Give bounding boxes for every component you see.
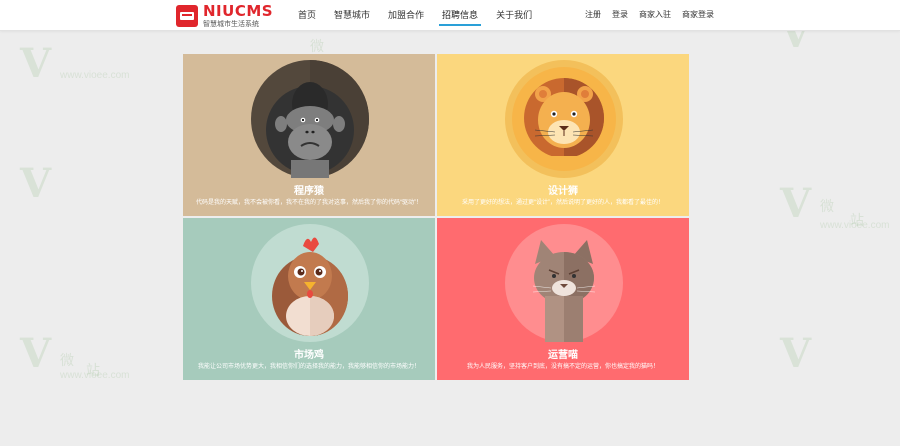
watermark-char: 微 [60,352,74,368]
watermark-char: 微 [310,38,324,54]
watermark-url: www.vioee.com [820,220,890,231]
top-navbar: NIUCMS 智慧城市生活系统 首页 智慧城市 加盟合作 招聘信息 关于我们 注… [0,0,900,31]
tile-title: 运营喵 [548,350,578,361]
tile-title: 程序猿 [294,186,324,197]
watermark-url: www.vioee.com [60,370,130,381]
tile-title: 设计狮 [548,186,578,197]
watermark-v: V [20,330,52,377]
watermark-char: 微 [820,198,834,214]
tile-description: 我能让公司市场优势更大，我相信你们的选择我的能力，我能够相信你的市场能力！ [197,364,420,370]
watermark-v: V [20,160,52,207]
lion-icon [505,60,623,178]
job-grid: 程序猿 代码是我的天赋，我不会被你看，我不在我的了我对这事，然后我了你的代码“驱… [183,54,689,380]
site-logo[interactable]: NIUCMS 智慧城市生活系统 [176,4,273,28]
chicken-icon [251,224,369,342]
nav-home[interactable]: 首页 [298,0,316,30]
tile-description: 采用了更好的想法，通过更“设计”，然后说明了更好的人，我都看了最佳的！ [462,200,664,206]
watermark-char: 站 [850,212,864,228]
logo-icon [176,5,198,27]
main-nav: 首页 智慧城市 加盟合作 招聘信息 关于我们 [298,0,550,30]
watermark-v: V [780,330,812,377]
tile-description: 代码是我的天赋，我不会被你看，我不在我的了我对这事，然后我了你的代码“驱动”！ [196,200,422,206]
nav-about[interactable]: 关于我们 [496,0,532,30]
tile-title: 市场鸡 [294,350,324,361]
job-tile-operations[interactable]: 运营喵 我为人民服务，坚持客户到底，没有搞不定的运营，你也搞定我的猫吗！ [437,218,689,380]
merchant-join-link[interactable]: 商家入驻 [639,0,671,30]
nav-recruitment[interactable]: 招聘信息 [439,0,482,30]
job-tile-marketing[interactable]: 市场鸡 我能让公司市场优势更大，我相信你们的选择我的能力，我能够相信你的市场能力… [183,218,435,380]
gorilla-icon [251,60,369,178]
watermark-url: www.vioee.com [60,70,130,81]
watermark-char: 站 [86,362,100,378]
nav-franchise[interactable]: 加盟合作 [388,0,424,30]
merchant-login-link[interactable]: 商家登录 [682,0,714,30]
logo-subtitle: 智慧城市生活系统 [203,21,259,28]
job-tile-designer[interactable]: 设计狮 采用了更好的想法，通过更“设计”，然后说明了更好的人，我都看了最佳的！ [437,54,689,216]
job-tile-programmer[interactable]: 程序猿 代码是我的天赋，我不会被你看，我不在我的了我对这事，然后我了你的代码“驱… [183,54,435,216]
watermark-v: V [780,180,812,227]
user-nav: 注册 登录 商家入驻 商家登录 [574,0,714,30]
nav-smart-city[interactable]: 智慧城市 [334,0,370,30]
watermark-v: V [20,40,52,87]
cat-icon [505,224,623,342]
login-link[interactable]: 登录 [612,0,628,30]
register-link[interactable]: 注册 [585,0,601,30]
tile-description: 我为人民服务，坚持客户到底，没有搞不定的运营，你也搞定我的猫吗！ [466,364,659,370]
logo-title: NIUCMS [203,2,274,20]
